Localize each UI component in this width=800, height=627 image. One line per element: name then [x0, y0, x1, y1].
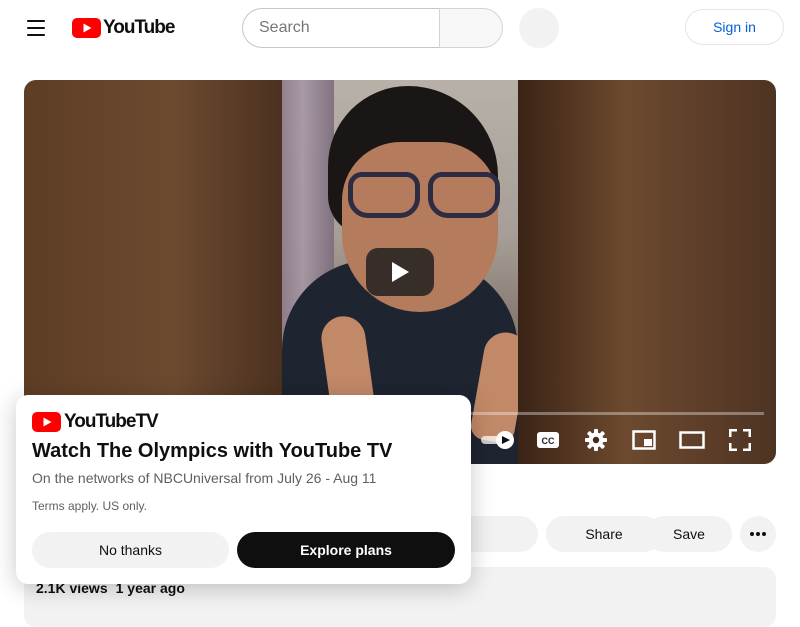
youtube-tv-promo-dialog: YouTubeTV Watch The Olympics with YouTub… — [16, 395, 471, 584]
autoplay-toggle-icon[interactable] — [480, 428, 516, 452]
lens-left — [348, 172, 420, 218]
sign-in-button[interactable]: Sign in — [685, 9, 784, 45]
youtube-play-logo-icon — [72, 18, 101, 38]
settings-graphic — [585, 429, 607, 451]
captions-icon[interactable]: CC — [535, 428, 561, 452]
masthead: YouTube Sign in — [0, 0, 800, 56]
dislike-button[interactable] — [460, 516, 538, 552]
settings-icon[interactable] — [583, 428, 609, 452]
search-button[interactable] — [439, 8, 503, 48]
more-horizontal-icon — [750, 532, 766, 536]
explore-plans-label: Explore plans — [300, 542, 392, 558]
theater-mode-icon[interactable] — [679, 428, 705, 452]
menu-icon[interactable] — [20, 12, 52, 44]
search-box — [242, 8, 440, 48]
logo-wordmark: YouTube — [103, 17, 175, 38]
miniplayer-icon[interactable] — [631, 428, 657, 452]
captions-graphic: CC — [537, 432, 559, 448]
fullscreen-icon[interactable] — [727, 428, 753, 452]
person-glasses — [348, 172, 508, 220]
fullscreen-graphic — [729, 429, 751, 451]
play-icon — [392, 262, 409, 282]
lens-right — [428, 172, 500, 218]
sign-in-label: Sign in — [713, 19, 756, 35]
share-button[interactable]: Share — [546, 516, 662, 552]
promo-terms: Terms apply. US only. — [32, 499, 147, 513]
youtube-tv-logo: YouTubeTV — [32, 411, 159, 433]
promo-subtitle: On the networks of NBCUniversal from Jul… — [32, 470, 377, 486]
large-play-button[interactable] — [366, 248, 434, 296]
captions-text: CC — [542, 436, 555, 446]
no-thanks-label: No thanks — [98, 542, 163, 558]
save-button[interactable]: Save — [646, 516, 732, 552]
miniplayer-graphic — [632, 430, 656, 450]
theater-graphic — [679, 431, 705, 449]
youtube-tv-wordmark: YouTubeTV — [64, 411, 159, 432]
save-label: Save — [673, 526, 705, 542]
promo-title: Watch The Olympics with YouTube TV — [32, 440, 393, 462]
no-thanks-button[interactable]: No thanks — [32, 532, 229, 568]
youtube-logo[interactable]: YouTube — [72, 16, 175, 40]
voice-search-button[interactable] — [519, 8, 559, 48]
explore-plans-button[interactable]: Explore plans — [237, 532, 455, 568]
more-actions-button[interactable] — [740, 516, 776, 552]
youtube-tv-play-logo-icon — [32, 412, 61, 432]
search-input[interactable] — [243, 9, 440, 47]
share-label: Share — [585, 526, 623, 542]
autoplay-toggle-graphic — [481, 431, 514, 449]
